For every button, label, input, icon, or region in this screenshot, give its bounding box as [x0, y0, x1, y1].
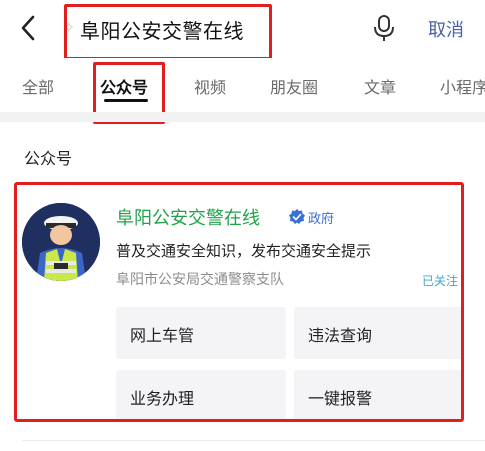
cancel-button[interactable]: 取消	[428, 16, 464, 42]
voice-search-button[interactable]	[372, 14, 396, 42]
search-tabs: 全部 公众号 视频 朋友圈 文章 小程序	[0, 58, 485, 112]
tab-moments[interactable]: 朋友圈	[270, 74, 318, 98]
search-annotation-box	[64, 4, 272, 60]
chevron-left-icon	[21, 15, 35, 41]
tab-articles[interactable]: 文章	[364, 74, 396, 98]
back-button[interactable]	[14, 12, 42, 44]
bottom-divider	[22, 440, 485, 441]
tab-all[interactable]: 全部	[22, 74, 54, 98]
tab-videos[interactable]: 视频	[194, 74, 226, 98]
microphone-icon	[374, 15, 394, 41]
section-divider	[0, 112, 485, 122]
tab-mini-programs[interactable]: 小程序	[440, 74, 485, 98]
section-title: 公众号	[24, 149, 73, 168]
result-annotation-box	[14, 182, 464, 422]
